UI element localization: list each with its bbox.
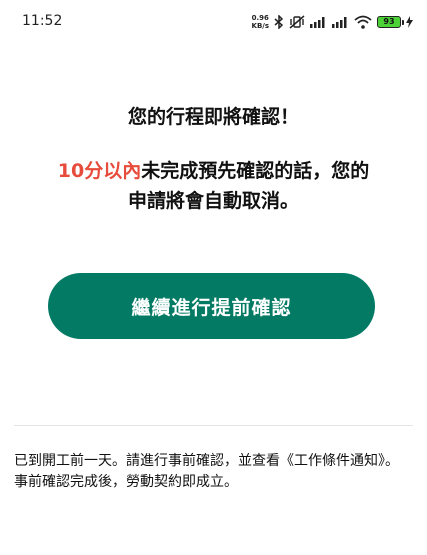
charging-icon — [406, 16, 413, 28]
cancel-warning-line2: 申請將會自動取消。 — [127, 190, 299, 212]
warning-text: 未完成預先確認的話，您的 — [141, 160, 370, 182]
signal-icon — [332, 16, 349, 28]
signal-icon — [310, 16, 327, 28]
status-icons: 0.96 KB/s 93 — [252, 12, 413, 32]
status-bar: 11:52 0.96 KB/s 93 — [0, 0, 427, 44]
warning-time-limit: 10分以內 — [57, 160, 142, 182]
network-speed-unit: KB/s — [251, 22, 269, 30]
notice-line-1: 已到開工前一天。請進行事前確認，並查看《工作條件通知》。 — [14, 453, 399, 469]
notice-line-2: 事前確認完成後，勞動契約即成立。 — [14, 474, 238, 490]
continue-confirm-button[interactable]: 繼續進行提前確認 — [48, 273, 375, 339]
bluetooth-icon — [274, 15, 284, 29]
battery-level: 93 — [383, 17, 395, 26]
battery-icon: 93 — [377, 16, 404, 28]
confirmation-notice: 已到開工前一天。請進行事前確認，並查看《工作條件通知》。 事前確認完成後，勞動契… — [14, 451, 414, 493]
cancel-warning-line1: 10分以內未完成預先確認的話，您的 — [0, 156, 427, 186]
network-speed-value: 0.96 — [251, 14, 269, 22]
cancel-warning: 10分以內未完成預先確認的話，您的 申請將會自動取消。 — [0, 156, 427, 216]
page-title: 您的行程即將確認！ — [127, 106, 299, 128]
status-time: 11:52 — [22, 13, 63, 29]
divider — [14, 425, 413, 426]
vibrate-off-icon — [289, 15, 305, 29]
wifi-icon — [354, 15, 372, 29]
network-speed: 0.96 KB/s — [252, 14, 269, 30]
